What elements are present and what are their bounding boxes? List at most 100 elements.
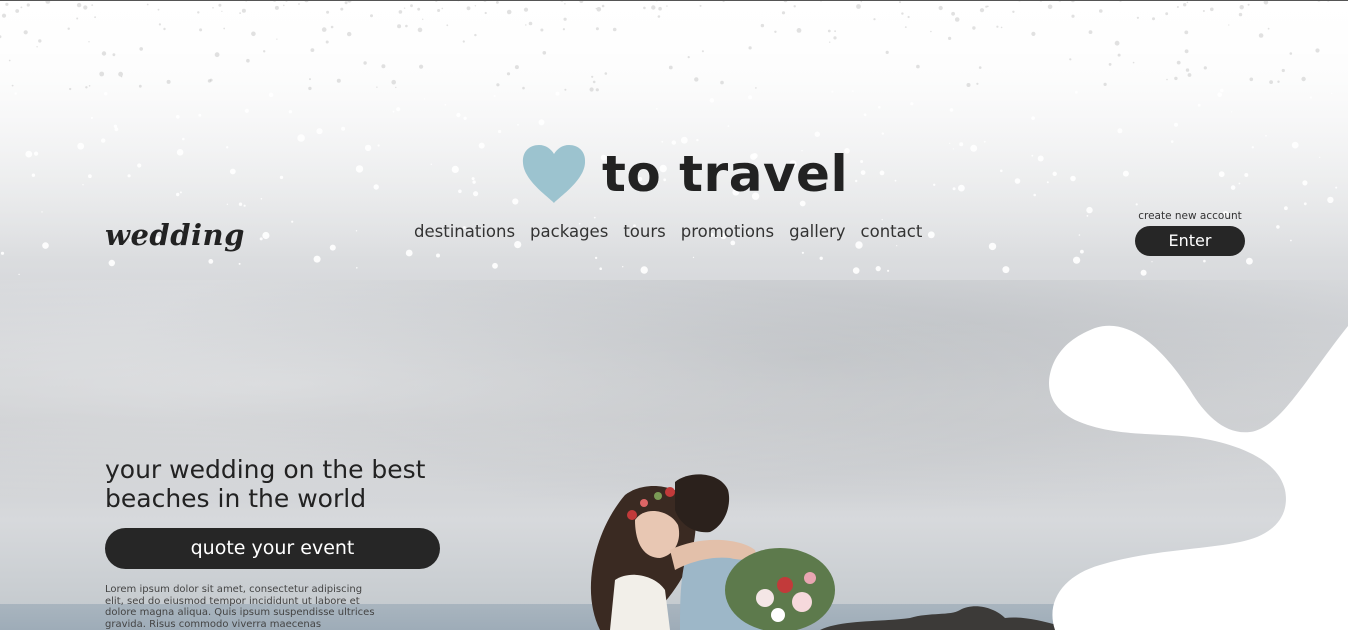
nav-item-contact[interactable]: contact: [861, 222, 923, 241]
snow-speck: [1174, 76, 1178, 81]
snow-speck: [856, 4, 861, 9]
snow-speck: [1185, 68, 1190, 72]
snow-speck: [496, 1, 499, 4]
snow-speck: [176, 149, 184, 156]
snow-speck: [622, 266, 624, 268]
snow-speck: [774, 30, 777, 33]
nav-item-tours[interactable]: tours: [623, 222, 665, 241]
snow-speck: [829, 41, 831, 43]
snow-speck: [801, 251, 805, 254]
snow-speck: [1031, 31, 1036, 36]
hero-headline: your wedding on the best beaches in the …: [105, 455, 426, 513]
blob-shape: [1049, 325, 1348, 630]
snow-speck: [493, 95, 496, 97]
snow-speck: [564, 3, 566, 5]
logo-text: to travel: [602, 145, 849, 203]
snow-speck: [474, 33, 477, 37]
snow-speck: [34, 151, 39, 156]
nav-item-destinations[interactable]: destinations: [414, 222, 515, 241]
snow-speck: [330, 25, 334, 29]
snow-speck: [114, 127, 119, 132]
snow-speck: [1073, 256, 1081, 264]
snow-speck: [860, 160, 864, 163]
snow-speck: [860, 170, 866, 176]
snow-speck: [701, 50, 704, 53]
snow-speck: [1033, 193, 1036, 197]
snow-speck: [1122, 170, 1129, 177]
snow-speck: [1228, 24, 1230, 26]
snow-speck: [25, 150, 33, 158]
snow-speck: [522, 86, 525, 90]
nav-item-gallery[interactable]: gallery: [789, 222, 845, 241]
snow-speck: [952, 148, 954, 150]
snow-speck: [310, 48, 315, 52]
snow-speck: [692, 256, 695, 259]
snow-speck: [82, 184, 84, 186]
snow-speck: [1239, 5, 1244, 10]
site-logo[interactable]: to travel: [520, 140, 848, 208]
snow-speck: [1183, 2, 1187, 7]
quote-event-button[interactable]: quote your event: [105, 528, 440, 569]
snow-speck: [540, 28, 544, 32]
snow-speck: [176, 192, 180, 197]
snow-speck: [298, 3, 300, 5]
snow-speck: [238, 262, 241, 265]
snow-speck: [1078, 234, 1081, 236]
snow-speck: [38, 39, 42, 43]
enter-button[interactable]: Enter: [1135, 226, 1245, 256]
snow-speck: [260, 198, 263, 200]
snow-speck: [243, 204, 246, 207]
snow-speck: [595, 88, 599, 92]
nav-item-promotions[interactable]: promotions: [681, 222, 774, 241]
snow-speck: [904, 26, 907, 28]
snow-speck: [197, 11, 200, 14]
snow-speck: [1114, 40, 1120, 46]
snow-speck: [263, 50, 266, 53]
snow-speck: [887, 269, 890, 272]
snow-speck: [1086, 206, 1093, 214]
snow-speck: [555, 91, 560, 96]
snow-speck: [1165, 12, 1169, 16]
nav-item-packages[interactable]: packages: [530, 222, 608, 241]
snow-speck: [948, 36, 952, 41]
snow-speck: [595, 27, 599, 31]
snow-speck: [363, 61, 367, 65]
snow-speck: [214, 52, 220, 58]
snow-speck: [223, 27, 226, 30]
snow-speck: [1014, 178, 1021, 184]
snow-speck: [687, 56, 690, 59]
snow-speck: [1249, 77, 1254, 82]
snow-speck: [1151, 261, 1153, 263]
snow-speck: [208, 259, 214, 264]
snow-speck: [1099, 9, 1103, 13]
snow-speck: [259, 237, 263, 241]
snow-speck: [276, 38, 278, 40]
snow-speck: [970, 144, 978, 152]
bouquet-flower: [792, 592, 812, 612]
snow-speck: [1000, 169, 1003, 173]
snow-speck: [517, 123, 519, 126]
snow-speck: [833, 36, 837, 40]
snow-speck: [1220, 88, 1224, 93]
snow-speck: [1319, 156, 1321, 158]
snow-speck: [966, 83, 971, 87]
bouquet-flower: [756, 589, 774, 607]
snow-speck: [1184, 30, 1189, 35]
snow-speck: [988, 242, 997, 251]
snow-speck: [727, 125, 730, 127]
snow-speck: [364, 144, 372, 152]
snow-speck: [474, 5, 477, 7]
create-account-link[interactable]: create new account: [1135, 210, 1245, 222]
crown-flower: [654, 492, 662, 500]
snow-speck: [1000, 26, 1003, 29]
snow-speck: [996, 25, 999, 28]
snow-speck: [1002, 266, 1010, 274]
snow-speck: [1031, 154, 1034, 157]
account-panel: create new account Enter: [1135, 210, 1245, 256]
snow-speck: [564, 88, 567, 91]
snow-speck: [88, 85, 91, 87]
snow-speck: [377, 144, 380, 147]
snow-speck: [405, 249, 413, 257]
snow-speck: [528, 21, 533, 26]
snow-speck: [226, 203, 229, 205]
